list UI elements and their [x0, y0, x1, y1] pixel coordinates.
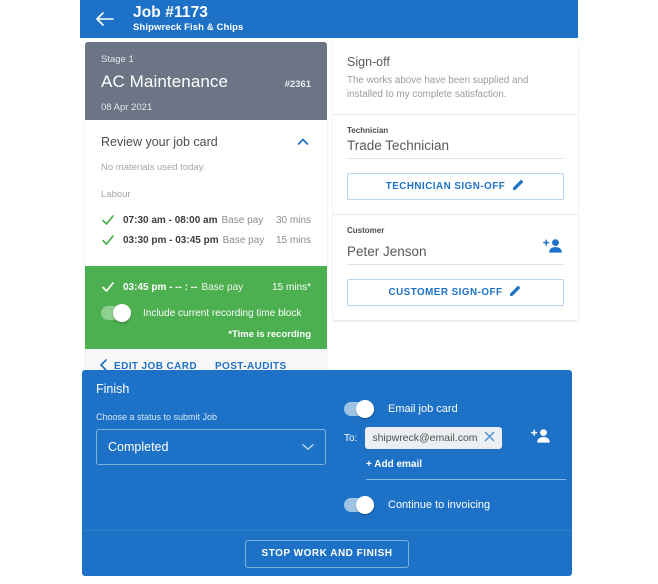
finish-right-column: Email job card To: shipwreck@email.com +… — [326, 382, 566, 514]
toggle-knob — [356, 400, 374, 418]
finish-panel: Finish Choose a status to submit Job Com… — [82, 370, 572, 576]
email-job-card-label: Email job card — [388, 403, 458, 415]
email-input-underline — [366, 479, 566, 480]
page-title: Job #1173 — [133, 4, 209, 21]
signoff-description: The works above have been supplied and i… — [347, 75, 529, 101]
chevron-down-icon — [302, 438, 314, 456]
status-select-value: Completed — [108, 440, 169, 454]
include-recording-label: Include current recording time block — [143, 307, 302, 319]
stage-title: AC Maintenance — [101, 72, 229, 91]
add-email-wrap: + Add email — [344, 449, 566, 472]
technician-name: Trade Technician — [347, 138, 450, 154]
technician-field-row: Trade Technician — [347, 138, 564, 160]
include-recording-row: Include current recording time block — [101, 304, 311, 322]
customer-label: Customer — [347, 226, 385, 236]
finish-content: Finish Choose a status to submit Job Com… — [82, 370, 572, 514]
email-job-card-toggle[interactable] — [344, 400, 374, 418]
technician-label: Technician — [347, 126, 389, 136]
page-subtitle: Shipwreck Fish & Chips — [133, 22, 244, 34]
recording-row[interactable]: 03:45 pm - -- : -- Base pay 15 mins* — [101, 277, 311, 297]
check-icon — [101, 280, 115, 294]
stop-work-and-finish-label: STOP WORK AND FINISH — [261, 548, 393, 559]
arrow-left-icon — [96, 12, 114, 26]
continue-invoicing-toggle[interactable] — [344, 496, 374, 514]
stage-date: 08 Apr 2021 — [101, 102, 153, 113]
finish-left-column: Finish Choose a status to submit Job Com… — [96, 382, 326, 512]
customer-section: Customer Peter Jenson CUSTOMER SIGN-OFF — [333, 215, 578, 320]
active-recording-block: 03:45 pm - -- : -- Base pay 15 mins* Inc… — [85, 266, 327, 349]
stage-number: #2361 — [284, 79, 311, 90]
include-recording-toggle[interactable] — [101, 304, 131, 322]
toggle-knob — [113, 304, 131, 322]
close-icon[interactable] — [484, 429, 495, 447]
customer-field-row: Peter Jenson — [347, 238, 564, 266]
stop-work-and-finish-button[interactable]: STOP WORK AND FINISH — [244, 539, 410, 568]
back-button[interactable] — [90, 4, 120, 34]
finish-footer: STOP WORK AND FINISH — [82, 531, 572, 576]
email-job-card-row: Email job card — [344, 400, 566, 418]
continue-invoicing-label: Continue to invoicing — [388, 499, 491, 511]
chevron-up-icon[interactable] — [295, 134, 311, 150]
labour-type: Base pay — [222, 234, 265, 246]
labour-type: Base pay — [221, 214, 264, 226]
labour-duration: 30 mins — [275, 214, 311, 226]
technician-signoff-button[interactable]: TECHNICIAN SIGN-OFF — [347, 173, 564, 201]
labour-row[interactable]: 03:30 pm - 03:45 pm Base pay 15 mins — [101, 230, 311, 250]
app-header: Job #1173 Shipwreck Fish & Chips — [80, 0, 578, 38]
job-card-body: No materials used today. Labour 07:30 am… — [85, 162, 327, 258]
labour-time: 03:30 pm - 03:45 pm — [123, 234, 219, 246]
recording-type: Base pay — [201, 281, 244, 293]
recording-time: 03:45 pm - -- : -- — [123, 281, 198, 293]
customer-signoff-button[interactable]: CUSTOMER SIGN-OFF — [347, 279, 564, 307]
finish-title: Finish — [96, 382, 130, 396]
recording-note: *Time is recording — [228, 329, 311, 340]
job-card-panel: Review your job card No materials used t… — [85, 120, 327, 384]
email-to-row: To: shipwreck@email.com — [344, 427, 566, 449]
labour-duration: 15 mins — [275, 234, 311, 246]
job-card-header[interactable]: Review your job card — [85, 120, 327, 162]
recording-duration: 15 mins* — [272, 281, 311, 293]
stage-title-row: AC Maintenance #2361 — [101, 72, 311, 92]
signoff-card: Sign-off The works above have been suppl… — [333, 42, 578, 321]
toggle-knob — [356, 496, 374, 514]
email-chip-address: shipwreck@email.com — [372, 432, 478, 444]
pencil-icon — [512, 178, 525, 196]
add-email-button[interactable]: + Add email — [366, 459, 422, 470]
job-card-heading: Review your job card — [101, 135, 218, 149]
labour-time: 07:30 am - 08:00 am — [123, 214, 218, 226]
status-select-label: Choose a status to submit Job — [96, 412, 218, 422]
left-column: Stage 1 AC Maintenance #2361 08 Apr 2021… — [85, 42, 327, 384]
check-icon — [101, 233, 115, 247]
person-add-icon[interactable] — [531, 428, 552, 449]
continue-invoicing-row: Continue to invoicing — [344, 496, 566, 514]
technician-signoff-label: TECHNICIAN SIGN-OFF — [385, 181, 506, 193]
stage-card: Stage 1 AC Maintenance #2361 08 Apr 2021 — [85, 42, 327, 120]
signoff-header: Sign-off The works above have been suppl… — [333, 42, 578, 114]
labour-row[interactable]: 07:30 am - 08:00 am Base pay 30 mins — [101, 210, 311, 230]
header-titles: Job #1173 Shipwreck Fish & Chips — [133, 4, 243, 34]
customer-name: Peter Jenson — [347, 244, 427, 260]
technician-section: Technician Trade Technician TECHNICIAN S… — [333, 115, 578, 214]
status-select[interactable]: Completed — [96, 429, 326, 465]
signoff-title: Sign-off — [347, 55, 390, 69]
customer-signoff-label: CUSTOMER SIGN-OFF — [388, 287, 503, 299]
pencil-icon — [509, 284, 522, 302]
materials-note: No materials used today. — [101, 162, 206, 173]
stage-label: Stage 1 — [101, 54, 134, 65]
email-to-label: To: — [344, 432, 358, 444]
labour-section-label: Labour — [101, 189, 131, 200]
check-icon — [101, 213, 115, 227]
email-chip[interactable]: shipwreck@email.com — [365, 427, 502, 449]
person-add-icon[interactable] — [543, 238, 564, 259]
